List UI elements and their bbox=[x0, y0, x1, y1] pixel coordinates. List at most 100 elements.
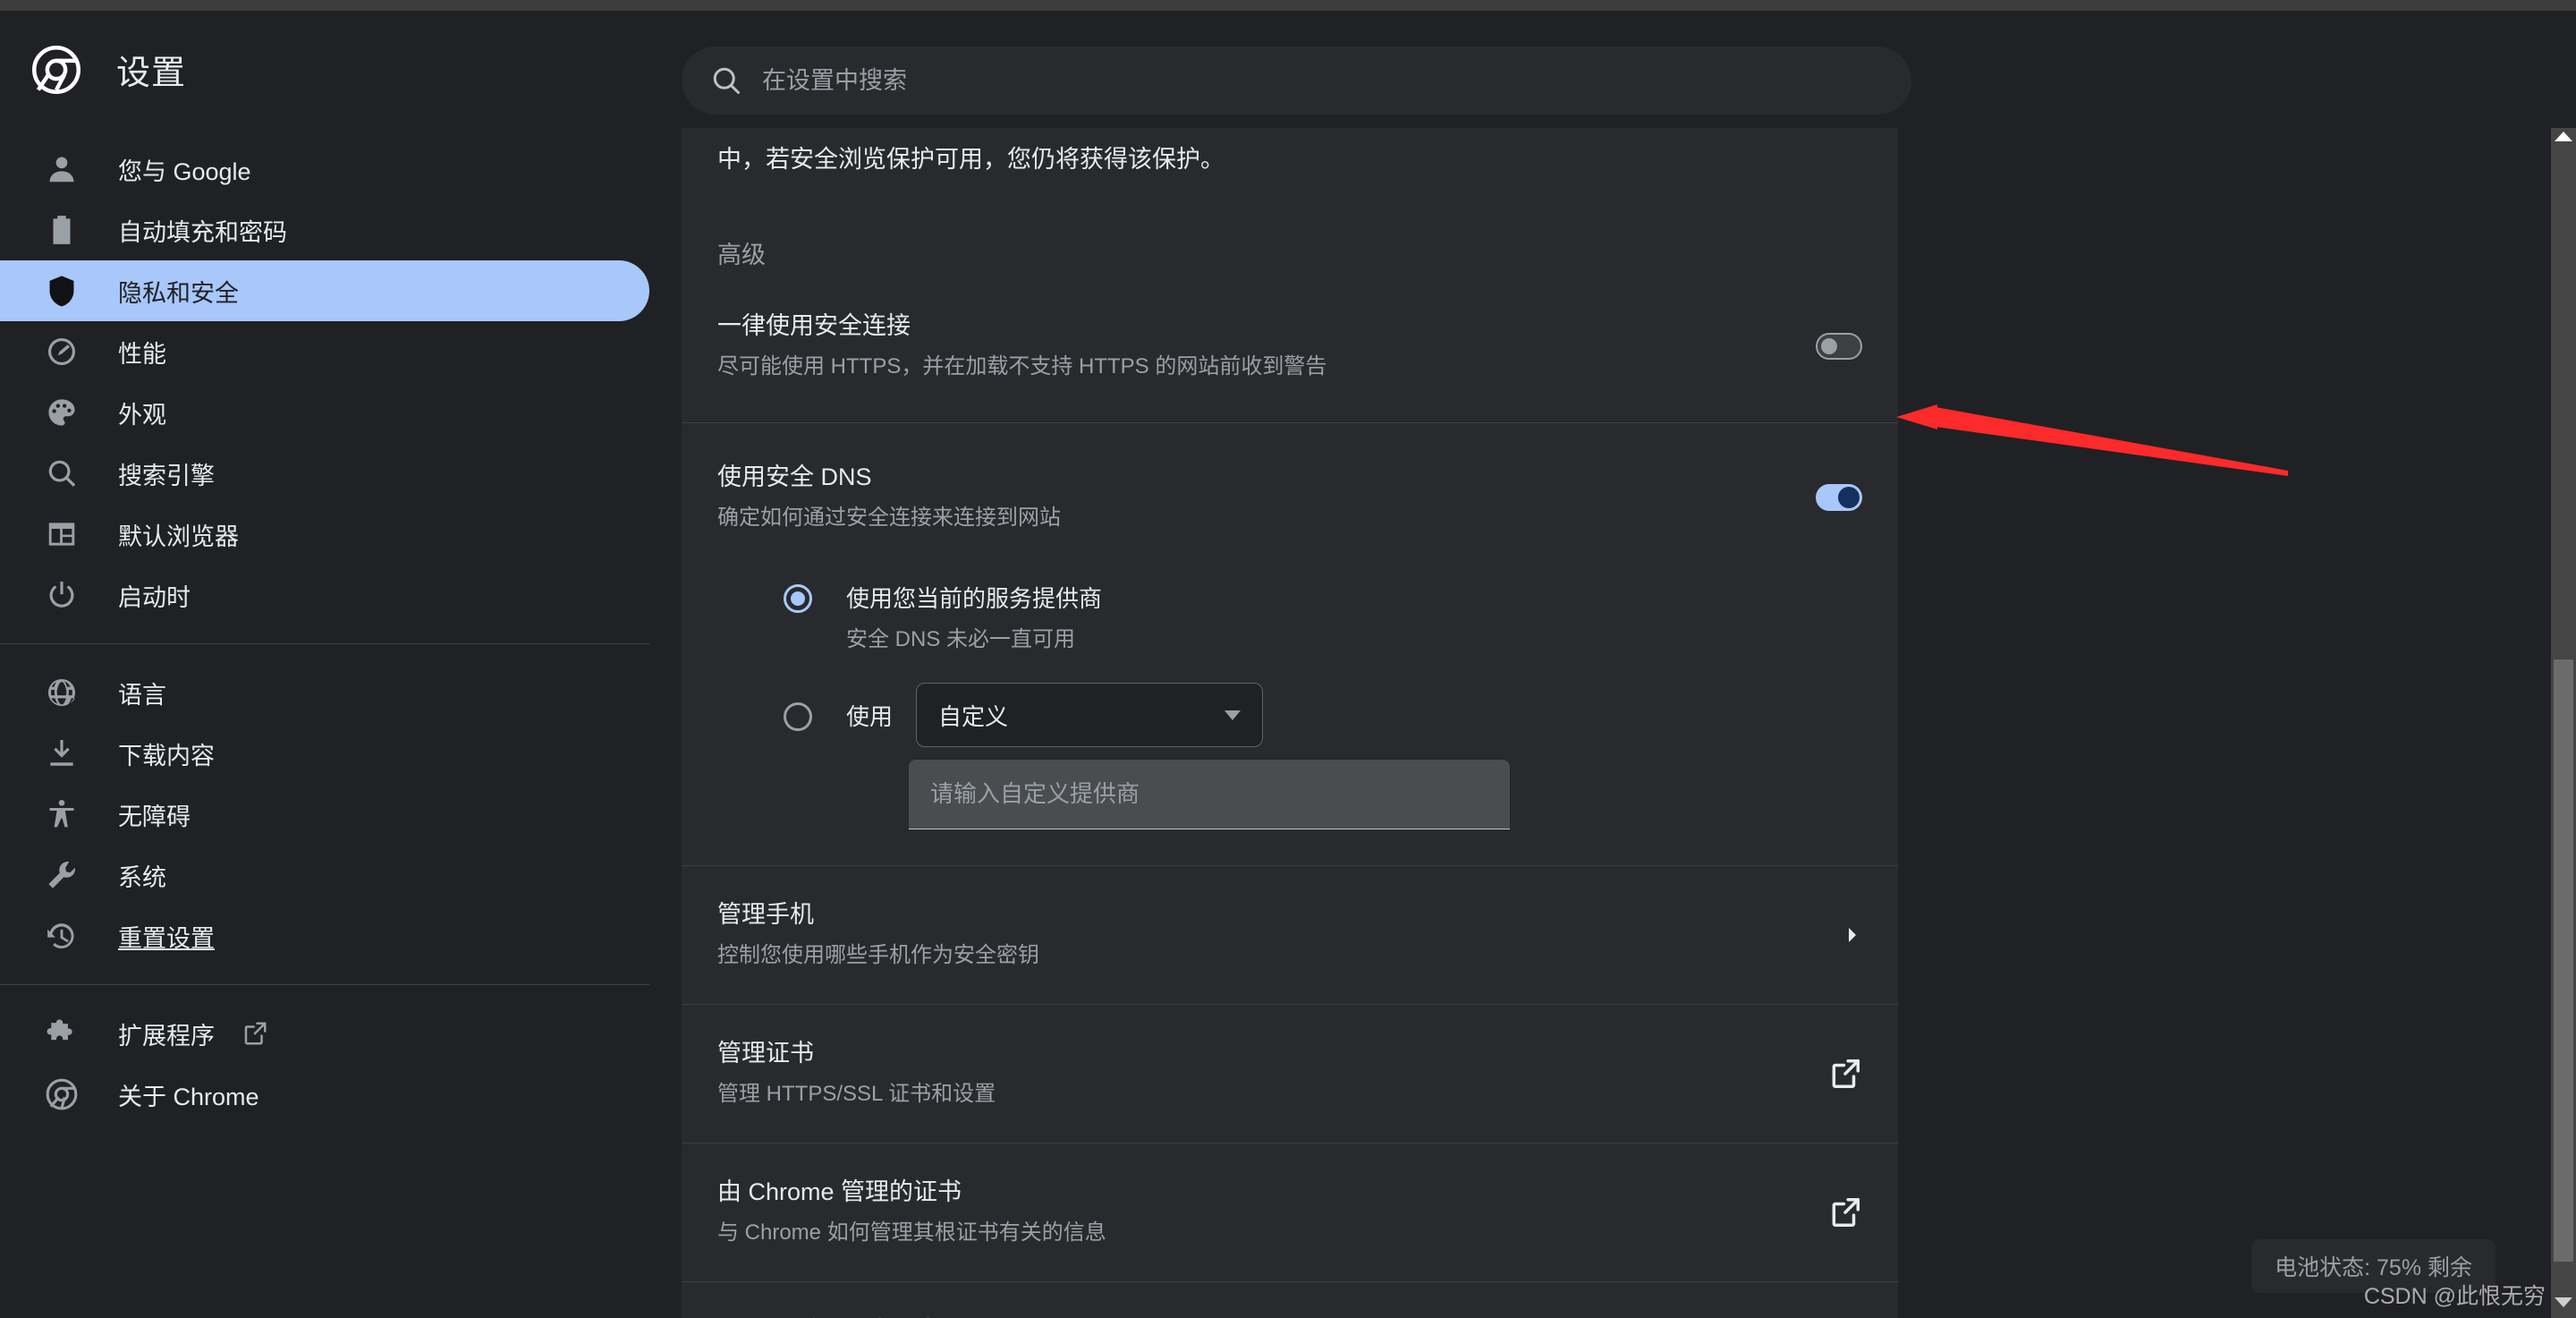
chevron-right-icon[interactable] bbox=[1841, 924, 1862, 946]
search-icon bbox=[710, 64, 742, 97]
sidebar: 您与 Google 自动填充和密码 隐私和安全性能外观搜索引擎默认浏览器启动时语言下… bbox=[0, 128, 682, 1318]
open-in-new-icon[interactable] bbox=[1828, 1195, 1862, 1229]
manage-phones-row[interactable]: 管理手机 控制您使用哪些手机作为安全密钥 bbox=[682, 866, 1898, 1004]
chevron-down-icon bbox=[1224, 710, 1241, 720]
window-chrome-strip bbox=[0, 0, 2576, 11]
custom-provider-input-wrap bbox=[717, 747, 1862, 829]
sidebar-item-0-6[interactable]: 默认浏览器 bbox=[0, 504, 649, 565]
row-subtitle: 尽可能使用 HTTPS，并在加载不支持 HTTPS 的网站前收到警告 bbox=[717, 354, 1327, 378]
always-secure-toggle[interactable] bbox=[1816, 333, 1862, 360]
truncated-paragraph: 中，若安全浏览保护可用，您仍将获得该保护。 bbox=[717, 146, 1224, 173]
sidebar-item-label: 性能 bbox=[118, 340, 166, 368]
sidebar-item-label: 无障碍 bbox=[118, 803, 191, 830]
open-in-new-icon[interactable] bbox=[1828, 1057, 1862, 1091]
sidebar-item-label: 扩展程序 bbox=[118, 1022, 215, 1050]
secure-dns-toggle[interactable] bbox=[1816, 484, 1862, 511]
sidebar-item-1-1[interactable]: 下载内容 bbox=[0, 723, 649, 784]
dns-option-custom[interactable]: 使用 自定义 bbox=[717, 674, 1862, 747]
sidebar-item-1-0[interactable]: 语言 bbox=[0, 662, 649, 723]
scrollbar-thumb[interactable] bbox=[2554, 659, 2573, 1262]
row-subtitle: 管理 HTTPS/SSL 证书和设置 bbox=[717, 1082, 996, 1106]
row-texts: 使用安全 DNS 确定如何通过安全连接来连接到网站 bbox=[717, 459, 1816, 536]
puzzle-icon bbox=[43, 1015, 80, 1052]
dns-option-current-provider[interactable]: 使用您当前的服务提供商 安全 DNS 未必一直可用 bbox=[717, 565, 1862, 674]
globe-icon bbox=[43, 674, 80, 711]
sidebar-item-label: 重置设置 bbox=[118, 924, 215, 952]
open-in-new-icon bbox=[242, 1020, 268, 1047]
sidebar-item-label: 您与 Google bbox=[118, 157, 251, 185]
shield-icon bbox=[43, 272, 80, 310]
sidebar-item-0-4[interactable]: 外观 bbox=[0, 382, 649, 443]
chrome-logo-icon bbox=[43, 1076, 80, 1113]
custom-provider-input[interactable] bbox=[909, 760, 1510, 829]
sidebar-item-2-1[interactable]: 关于 Chrome bbox=[0, 1064, 649, 1125]
search-bar[interactable] bbox=[682, 47, 1911, 115]
sidebar-item-0-3[interactable]: 性能 bbox=[0, 321, 649, 382]
sidebar-item-0-7[interactable]: 启动时 bbox=[0, 565, 649, 625]
sidebar-divider bbox=[0, 984, 649, 985]
manage-certificates-row[interactable]: 管理证书 管理 HTTPS/SSL 证书和设置 bbox=[682, 1005, 1898, 1143]
toggle-knob bbox=[1821, 338, 1837, 354]
chrome-managed-certificates-row[interactable]: 由 Chrome 管理的证书 与 Chrome 如何管理其根证书有关的信息 bbox=[682, 1144, 1898, 1281]
sidebar-item-0-2[interactable]: 隐私和安全 bbox=[0, 260, 649, 321]
sidebar-item-label: 默认浏览器 bbox=[118, 523, 239, 550]
row-texts: 一律使用安全连接 尽可能使用 HTTPS，并在加载不支持 HTTPS 的网站前收… bbox=[717, 308, 1816, 385]
privacy-security-card: 中，若安全浏览保护可用，您仍将获得该保护。 高级 一律使用安全连接 尽可能使用 … bbox=[682, 128, 1898, 1318]
advanced-section-heading: 高级 bbox=[717, 242, 766, 268]
chrome-logo-icon bbox=[32, 45, 80, 94]
toggle-knob bbox=[1838, 487, 1860, 508]
main-content: 中，若安全浏览保护可用，您仍将获得该保护。 高级 一律使用安全连接 尽可能使用 … bbox=[682, 128, 2524, 1318]
sidebar-item-2-0[interactable]: 扩展程序 bbox=[0, 1003, 649, 1064]
dns-provider-select-value: 自定义 bbox=[938, 702, 1009, 730]
history-restore-icon bbox=[43, 917, 80, 955]
sidebar-item-label: 自动填充和密码 bbox=[118, 218, 287, 246]
speedometer-icon bbox=[43, 333, 80, 370]
row-title: 管理手机 bbox=[717, 901, 814, 928]
clipboard-icon bbox=[43, 211, 80, 249]
secure-dns-row[interactable]: 使用安全 DNS 确定如何通过安全连接来连接到网站 bbox=[682, 423, 1898, 557]
always-secure-connections-row[interactable]: 一律使用安全连接 尽可能使用 HTTPS，并在加载不支持 HTTPS 的网站前收… bbox=[682, 270, 1898, 422]
browser-window-icon bbox=[43, 515, 80, 553]
row-title: 由 Chrome 管理的证书 bbox=[717, 1178, 962, 1205]
vertical-scrollbar[interactable] bbox=[2551, 128, 2576, 1318]
accessibility-icon bbox=[43, 795, 80, 833]
person-icon bbox=[43, 150, 80, 188]
option-sublabel: 安全 DNS 未必一直可用 bbox=[846, 627, 1076, 651]
search-input[interactable] bbox=[762, 66, 1886, 95]
power-icon bbox=[43, 576, 80, 614]
sidebar-item-label: 系统 bbox=[118, 863, 166, 891]
scroll-up-arrow-icon[interactable] bbox=[2555, 132, 2572, 141]
row-texts: 管理手机 控制您使用哪些手机作为安全密钥 bbox=[717, 897, 1841, 974]
download-icon bbox=[43, 735, 80, 772]
row-title: 一律使用安全连接 bbox=[717, 312, 911, 339]
scroll-down-arrow-icon[interactable] bbox=[2555, 1297, 2572, 1307]
row-subtitle: 确定如何通过安全连接来连接到网站 bbox=[717, 506, 1061, 530]
search-icon bbox=[43, 455, 80, 492]
settings-page: 设置 您与 Google 自动填充和密码隐私和安全性能外观搜索引擎默认浏览器启动时… bbox=[0, 0, 2576, 1318]
sidebar-item-label: 外观 bbox=[118, 401, 166, 429]
option-label: 使用 bbox=[846, 702, 894, 730]
row-subtitle: 控制您使用哪些手机作为安全密钥 bbox=[717, 943, 1039, 967]
sidebar-item-label: 搜索引擎 bbox=[118, 462, 215, 489]
sidebar-item-0-1[interactable]: 自动填充和密码 bbox=[0, 200, 649, 260]
app-header: 设置 bbox=[0, 11, 2576, 128]
sidebar-item-label: 启动时 bbox=[118, 583, 191, 611]
radio-button[interactable] bbox=[784, 584, 812, 613]
sidebar-item-1-2[interactable]: 无障碍 bbox=[0, 784, 649, 845]
sidebar-item-label: 隐私和安全 bbox=[118, 279, 239, 307]
sidebar-item-label: 语言 bbox=[118, 681, 166, 709]
option-texts: 使用您当前的服务提供商 安全 DNS 未必一直可用 bbox=[846, 581, 1102, 658]
brand: 设置 bbox=[32, 45, 186, 94]
palette-icon bbox=[43, 394, 80, 431]
sidebar-item-0-0[interactable]: 您与 Google bbox=[0, 139, 649, 200]
radio-button[interactable] bbox=[784, 702, 812, 731]
option-label: 使用您当前的服务提供商 bbox=[846, 585, 1103, 612]
advanced-protection-row[interactable]: Google 高级保护计划 为面临定向攻击风险的用户提供 Google 最强大的… bbox=[682, 1282, 1898, 1318]
sidebar-divider bbox=[0, 643, 649, 644]
dns-provider-select[interactable]: 自定义 bbox=[916, 683, 1264, 747]
row-texts: Google 高级保护计划 为面临定向攻击风险的用户提供 Google 最强大的… bbox=[717, 1313, 1828, 1318]
sidebar-item-1-3[interactable]: 系统 bbox=[0, 845, 649, 906]
sidebar-item-0-5[interactable]: 搜索引擎 bbox=[0, 443, 649, 504]
page-title: 设置 bbox=[116, 55, 187, 92]
sidebar-item-1-4[interactable]: 重置设置 bbox=[0, 906, 649, 966]
